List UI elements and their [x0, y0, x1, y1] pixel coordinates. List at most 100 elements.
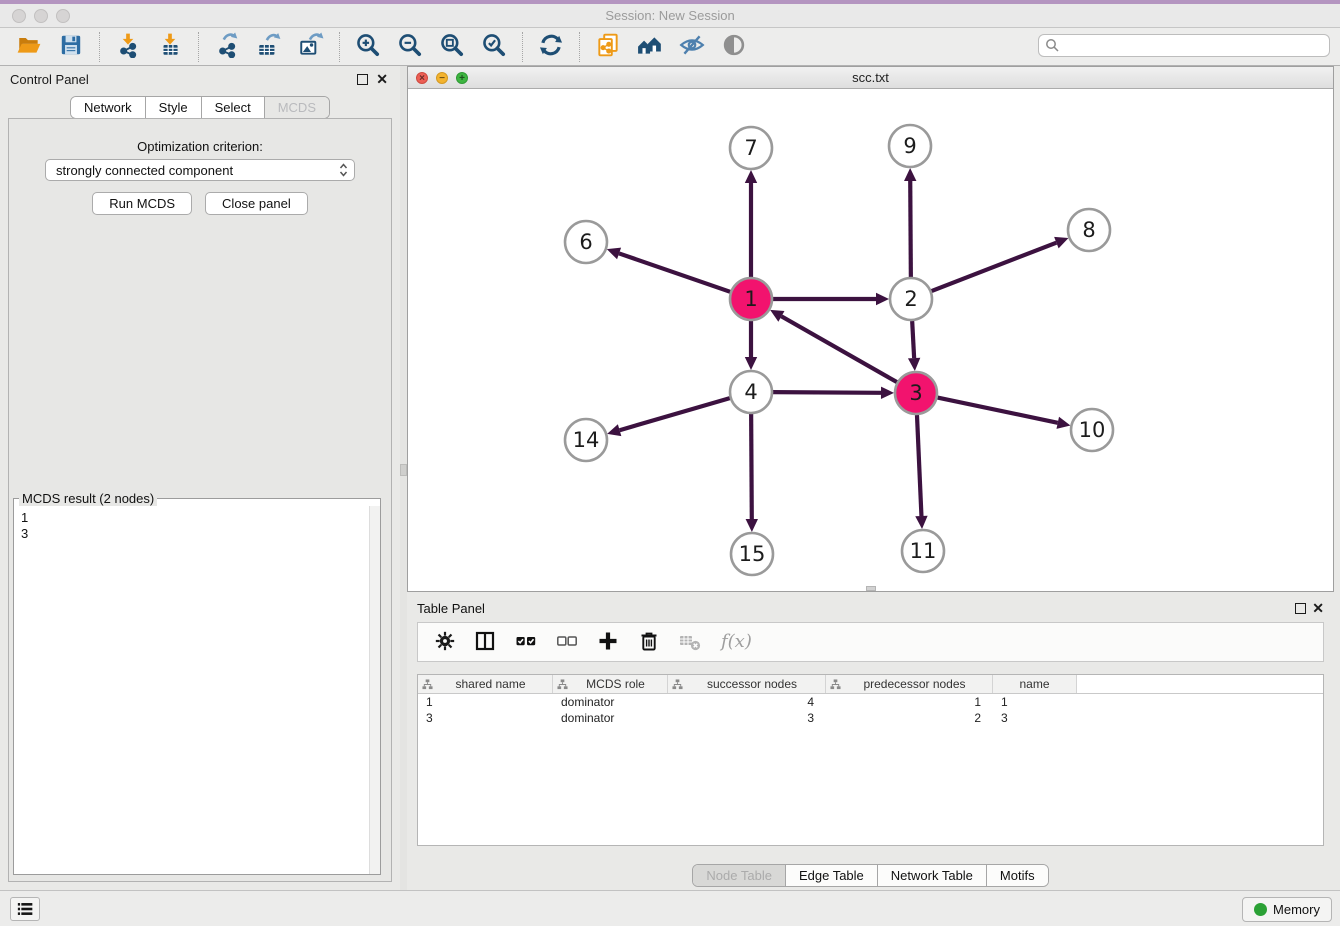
settings-gear-icon [434, 630, 456, 655]
status-bar: Memory [0, 890, 1340, 926]
table-cell[interactable]: dominator [553, 710, 668, 726]
table-cell[interactable]: 3 [668, 710, 826, 726]
function-builder-icon: f(x) [719, 629, 753, 656]
main-toolbar [0, 28, 1340, 66]
edge-2-8[interactable] [932, 243, 1057, 291]
zoom-fit-button[interactable] [436, 31, 468, 63]
close-panel-button[interactable]: Close panel [205, 192, 308, 215]
edge-1-6[interactable] [619, 253, 730, 291]
tab-node-table[interactable]: Node Table [693, 865, 785, 886]
table-cell[interactable]: 1 [993, 694, 1077, 710]
graph-node-label-14: 14 [573, 428, 600, 452]
table-cell[interactable]: 3 [418, 710, 553, 726]
eye-slash-button[interactable] [676, 31, 708, 63]
table-row[interactable]: 1dominator411 [418, 694, 1323, 710]
tab-select[interactable]: Select [201, 97, 264, 118]
copy-network-button[interactable] [592, 31, 624, 63]
float-panel-icon[interactable] [1295, 603, 1306, 614]
export-image-button[interactable] [295, 31, 327, 63]
run-mcds-button[interactable]: Run MCDS [92, 192, 192, 215]
edge-3-1[interactable] [781, 316, 896, 382]
add-row-button[interactable] [596, 629, 620, 656]
open-folder-icon [16, 32, 42, 61]
export-network-button[interactable] [211, 31, 243, 63]
tab-mcds[interactable]: MCDS [264, 97, 329, 118]
tab-edge-table[interactable]: Edge Table [785, 865, 877, 886]
toolbar-separator [99, 32, 100, 62]
delete-row-button[interactable] [637, 629, 661, 656]
column-header-name[interactable]: name [993, 675, 1077, 693]
export-network-icon [214, 32, 240, 61]
edge-3-10[interactable] [938, 398, 1058, 423]
memory-label: Memory [1273, 902, 1320, 917]
tab-network[interactable]: Network [71, 97, 145, 118]
edge-4-3[interactable] [773, 392, 881, 393]
panel-divider[interactable] [400, 66, 407, 890]
window-resize-handle[interactable] [866, 586, 876, 591]
copy-network-icon [595, 32, 621, 61]
tab-motifs[interactable]: Motifs [986, 865, 1048, 886]
edge-4-15[interactable] [751, 414, 752, 519]
table-cell[interactable]: 3 [993, 710, 1077, 726]
import-table-button[interactable] [154, 31, 186, 63]
close-panel-icon[interactable]: ✕ [1312, 600, 1324, 616]
mcds-result-list: 13 [14, 508, 368, 872]
float-panel-icon[interactable] [357, 74, 368, 85]
table-cell[interactable]: 1 [826, 694, 993, 710]
control-panel-header: Control Panel ✕ [0, 66, 400, 94]
column-header-predecessor-nodes[interactable]: predecessor nodes [826, 675, 993, 693]
column-header-MCDS-role[interactable]: MCDS role [553, 675, 668, 693]
mcds-result-box: MCDS result (2 nodes) 13 [13, 491, 381, 875]
table-panel: Table Panel ✕ f(x) shared nameMCDS roles… [407, 596, 1334, 890]
edge-arrowhead [904, 168, 916, 181]
column-header-shared-name[interactable]: shared name [418, 675, 553, 693]
zoom-out-button[interactable] [394, 31, 426, 63]
edge-4-14[interactable] [620, 398, 730, 430]
refresh-layout-button[interactable] [535, 31, 567, 63]
search-box [1038, 34, 1330, 57]
edge-3-11[interactable] [917, 415, 921, 516]
column-header-successor-nodes[interactable]: successor nodes [668, 675, 826, 693]
zoom-in-button[interactable] [352, 31, 384, 63]
search-input[interactable] [1060, 38, 1329, 53]
open-folder-button[interactable] [13, 31, 45, 63]
criterion-select[interactable]: strongly connected component [45, 159, 355, 181]
close-panel-icon[interactable]: ✕ [376, 71, 388, 87]
eye-slash-icon [679, 32, 705, 61]
settings-gear-button[interactable] [434, 630, 456, 655]
save-button[interactable] [55, 31, 87, 63]
deselect-all-checkboxes-button[interactable] [555, 629, 579, 656]
divider-grab-handle[interactable] [400, 464, 407, 476]
edge-2-9[interactable] [910, 181, 911, 277]
table-cell[interactable]: 2 [826, 710, 993, 726]
column-label: MCDS role [568, 677, 663, 691]
function-builder-button: f(x) [719, 629, 753, 656]
select-all-checkboxes-button[interactable] [514, 629, 538, 656]
eye-icon [721, 32, 747, 61]
network-canvas[interactable]: 7968124314101511 [408, 90, 1333, 591]
import-network-button[interactable] [112, 31, 144, 63]
table-body: 1dominator4113dominator323 [418, 694, 1323, 726]
table-cell[interactable]: dominator [553, 694, 668, 710]
status-menu-button[interactable] [10, 897, 40, 921]
graph-node-label-6: 6 [579, 230, 592, 254]
control-panel-tabs: NetworkStyleSelectMCDS [0, 96, 400, 119]
table-toolbar: f(x) [417, 622, 1324, 662]
tab-network-table[interactable]: Network Table [877, 865, 986, 886]
result-scrollbar[interactable] [369, 506, 380, 874]
mcds-buttons: Run MCDS Close panel [9, 192, 391, 215]
graph-node-label-8: 8 [1082, 218, 1095, 242]
export-table-button[interactable] [253, 31, 285, 63]
column-label: predecessor nodes [841, 677, 988, 691]
memory-button[interactable]: Memory [1242, 897, 1332, 922]
split-pane-button[interactable] [473, 629, 497, 656]
tab-style[interactable]: Style [145, 97, 201, 118]
graph-node-label-3: 3 [909, 381, 922, 405]
table-cell[interactable]: 1 [418, 694, 553, 710]
zoom-selected-button[interactable] [478, 31, 510, 63]
table-row[interactable]: 3dominator323 [418, 710, 1323, 726]
edge-2-3[interactable] [912, 321, 914, 358]
svg-text:f(x): f(x) [719, 631, 752, 652]
table-cell[interactable]: 4 [668, 694, 826, 710]
houses-button[interactable] [634, 31, 666, 63]
